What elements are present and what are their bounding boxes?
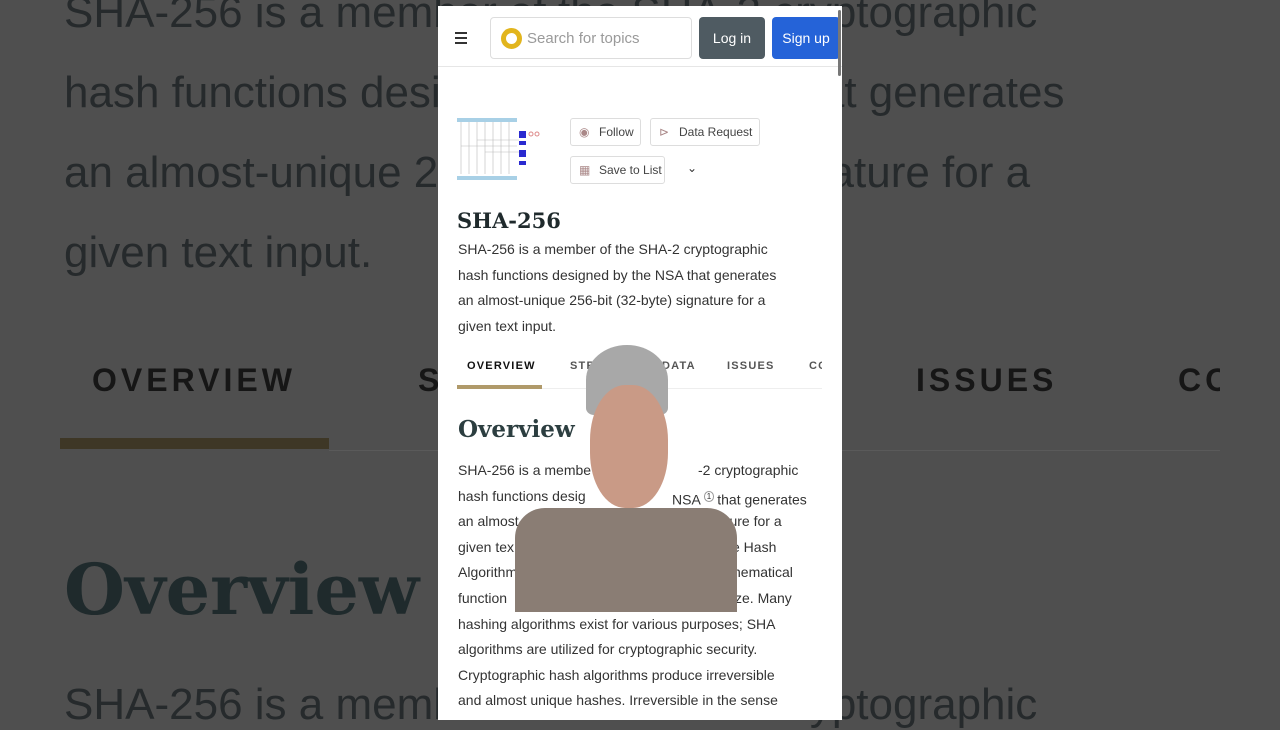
search-placeholder: Search for topics xyxy=(527,30,640,47)
description-line: hash functions designed by the NSA that … xyxy=(458,266,777,283)
description-line: given text input. xyxy=(458,317,557,334)
text: Cryptographic hash algorithms produce ir… xyxy=(458,666,775,683)
signup-button[interactable]: Sign up xyxy=(772,17,840,59)
section-heading: Overview xyxy=(458,416,575,443)
sha256-diagram-thumbnail xyxy=(457,118,540,180)
text: hash functions desig xyxy=(458,487,586,504)
tab-more[interactable]: CO xyxy=(809,360,822,372)
send-icon: ⊳ xyxy=(659,125,670,139)
follow-label: Follow xyxy=(599,125,634,139)
hamburger-menu-icon[interactable] xyxy=(455,32,467,47)
text: hematical xyxy=(733,564,793,581)
bg-tab: CO xyxy=(1178,362,1220,398)
eye-icon: ◉ xyxy=(579,125,590,139)
presenter-shirt xyxy=(515,508,737,612)
chevron-down-icon[interactable]: ⌄ xyxy=(687,161,697,175)
footnote-link[interactable]: 1 xyxy=(703,490,715,502)
search-input[interactable]: Search for topics xyxy=(490,17,692,59)
text: ze. Many xyxy=(735,589,792,606)
text: function xyxy=(458,589,508,606)
bg-text: given text input. xyxy=(64,228,373,277)
text: hashing algorithms exist for various pur… xyxy=(458,615,776,632)
bg-tab: OVERVIEW xyxy=(92,362,296,398)
text: -2 cryptographic xyxy=(698,462,799,478)
description-line: SHA-256 is a member of the SHA-2 cryptog… xyxy=(458,241,768,257)
top-bar: Search for topics Log in Sign up xyxy=(438,6,842,67)
data-request-label: Data Request xyxy=(679,125,753,139)
tab-issues[interactable]: ISSUES xyxy=(727,360,775,372)
logo-icon xyxy=(501,28,522,49)
data-request-button[interactable]: ⊳ Data Request xyxy=(650,118,760,146)
presenter-face xyxy=(590,385,668,508)
bg-tab-underline xyxy=(60,438,329,449)
text: SHA-256 is a membe xyxy=(458,462,592,478)
scrollbar[interactable] xyxy=(838,10,841,76)
description: SHA-256 is a member of the SHA-2 cryptog… xyxy=(458,237,818,339)
text: NSA xyxy=(672,491,701,508)
active-tab-underline xyxy=(457,385,542,389)
page-title: SHA-256 xyxy=(457,208,561,233)
text: e Hash xyxy=(732,538,777,555)
tab-overview[interactable]: OVERVIEW xyxy=(467,360,536,372)
bg-heading: Overview xyxy=(64,548,420,631)
save-to-list-label: Save to List xyxy=(599,163,662,177)
text: and almost unique hashes. Irreversible i… xyxy=(458,692,778,709)
text: Algorithm xyxy=(458,564,518,581)
description-line: an almost-unique 256-bit (32-byte) signa… xyxy=(458,292,766,309)
save-to-list-button[interactable]: ▦ Save to List xyxy=(570,156,665,184)
text: that generates xyxy=(717,491,807,508)
text: algorithms are utilized for cryptographi… xyxy=(458,641,758,658)
bg-tab: ISSUES xyxy=(916,362,1058,398)
login-button[interactable]: Log in xyxy=(699,17,765,59)
table-icon: ▦ xyxy=(579,163,591,177)
text: given tex xyxy=(458,538,515,555)
follow-button[interactable]: ◉ Follow xyxy=(570,118,641,146)
